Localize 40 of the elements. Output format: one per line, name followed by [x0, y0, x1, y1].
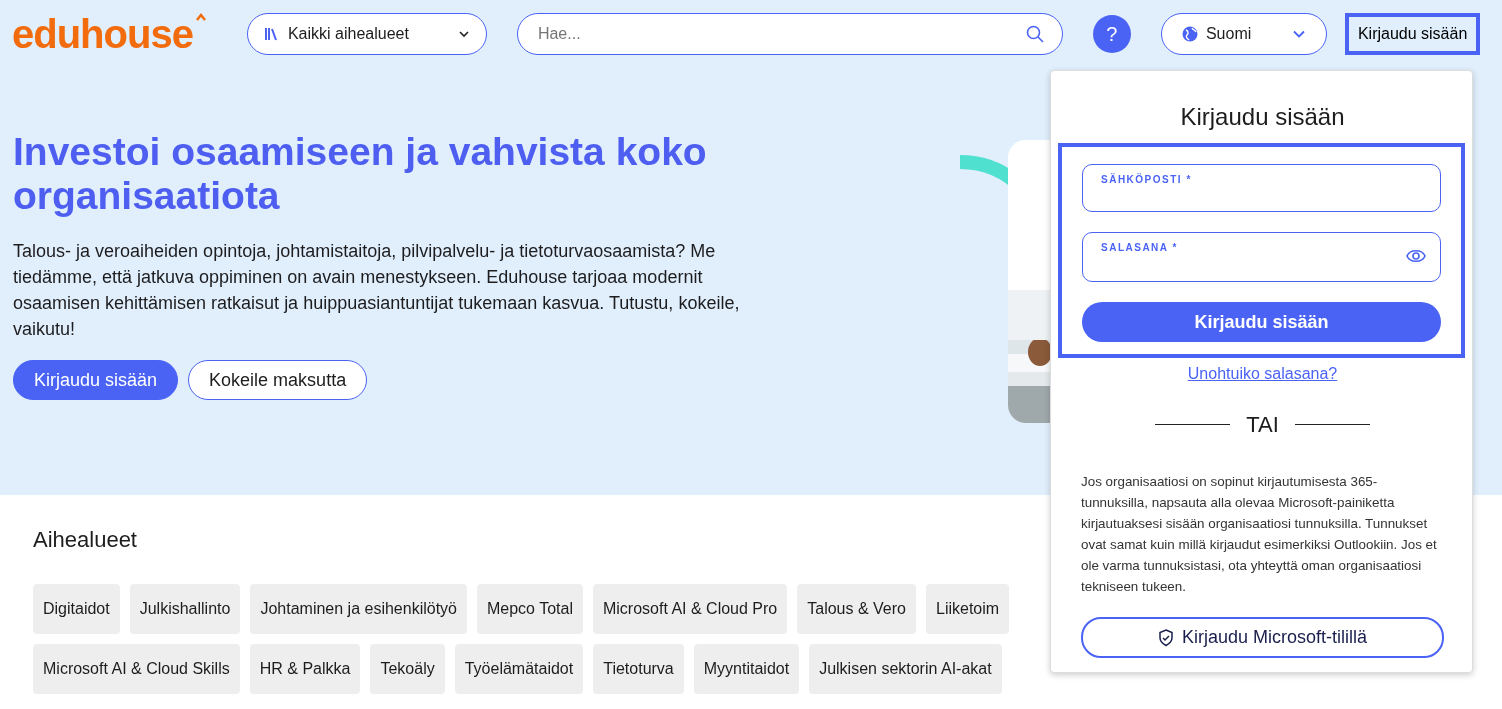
topic-tag[interactable]: Tekoäly: [370, 644, 445, 694]
hero-heading: Investoi osaamiseen ja vahvista koko organisaatiota: [13, 130, 708, 218]
divider-text: TAI: [1246, 411, 1279, 439]
topic-tag[interactable]: Työelämätaidot: [454, 644, 584, 694]
search-icon: [1025, 25, 1044, 43]
section-heading: Aihealueet: [33, 526, 137, 554]
topic-tag[interactable]: Myyntitaidot: [693, 644, 800, 694]
search-field[interactable]: Hae...: [516, 13, 1063, 55]
shield-icon: [1157, 628, 1174, 647]
language-dropdown[interactable]: Suomi: [1160, 13, 1327, 55]
category-dropdown[interactable]: Kaikki aihealueet: [246, 13, 487, 55]
login-button[interactable]: Kirjaudu sisään: [1344, 13, 1481, 55]
help-button[interactable]: ?: [1092, 15, 1131, 53]
topic-tag[interactable]: Microsoft AI & Cloud Pro: [592, 584, 788, 634]
hero-text: Talous- ja veroaiheiden opintoja, johtamistaitoja, pilvipalvelu- ja tietoturvaosaamista? Me tiedämme, että jatkuva oppiminen on avain menestykseen. Eduhouse tarjoaa modernit osaamisen kehittämisen ratkaisut ja huippuasiantuntijat tukemaan kasvua. Tutustu, kokeile, vaikutu!: [13, 240, 741, 341]
topic-tag[interactable]: HR & Palkka: [249, 644, 361, 694]
topic-tag[interactable]: Tietoturva: [593, 644, 684, 694]
login-button[interactable]: Kirjaudu sisään: [13, 360, 179, 400]
free-trial-button[interactable]: Kokeile maksutta: [188, 360, 368, 400]
globe-icon: [1181, 26, 1198, 42]
email-field[interactable]: SÄHKÖPOSTI *: [1082, 164, 1441, 212]
info-text: Jos organisaatiosi on sopinut kirjautumisesta 365-tunnuksilla, napsauta alla olevaa Microsoft-painiketta kirjautuaksesi sisään organisaatiosi tunnuksilla. Tunnukset ovat samat kuin millä kirjaudut esimerkiksi Outlookiin. Jos et ole varma tunnuksistasi, ota yhteyttä oman organisaatiosi tekniseen tukeen.: [1081, 473, 1438, 596]
topic-tag[interactable]: Johtaminen ja esihenkilötyö: [250, 584, 467, 634]
topic-tag[interactable]: Digitaidot: [33, 584, 120, 634]
topic-tag[interactable]: Microsoft AI & Cloud Skills: [33, 644, 240, 694]
topic-tag[interactable]: Liiketoim: [926, 584, 1010, 634]
password-field[interactable]: SALASANA *: [1082, 232, 1441, 282]
microsoft-login-button[interactable]: Kirjaudu Microsoft-tilillä: [1081, 617, 1444, 658]
topic-tag[interactable]: Talous & Vero: [797, 584, 916, 634]
dropdown-title: Kirjaudu sisään: [1179, 102, 1346, 132]
eye-icon[interactable]: [1406, 249, 1426, 263]
topic-tag[interactable]: Mepco Total: [477, 584, 583, 634]
topic-tag[interactable]: Julkishallinto: [129, 584, 241, 634]
topic-tag[interactable]: Julkisen sektorin AI-akat: [809, 644, 1002, 694]
search-input[interactable]: Hae...: [535, 21, 1026, 47]
caret-icon: [457, 30, 470, 38]
books-icon: [263, 26, 280, 42]
forgot-password-link[interactable]: Unohtuiko salasana?: [1187, 365, 1338, 382]
submit-button[interactable]: Kirjaudu sisään: [1082, 302, 1441, 342]
caret-icon: [1291, 30, 1306, 38]
